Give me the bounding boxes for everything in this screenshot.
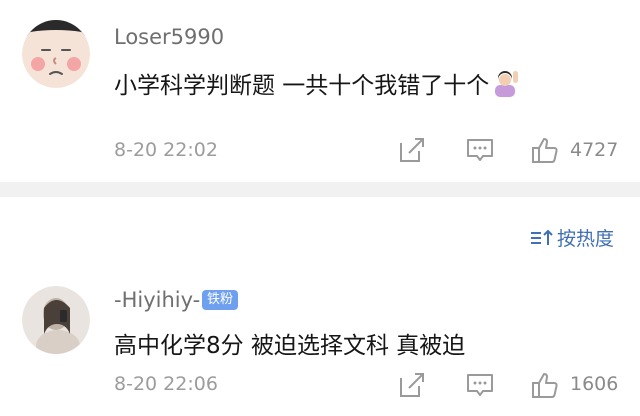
comment-feed: Loser5990 小学科学判断题 一共十个我错了十个 8-20 22:02 4… — [0, 0, 640, 416]
thumbs-up-icon[interactable] — [530, 370, 560, 400]
username[interactable]: -Hiyihiy- — [114, 288, 200, 312]
cartoon-face-avatar-icon — [22, 20, 90, 88]
comment-time: 8-20 22:06 — [114, 373, 218, 395]
comment-icon[interactable] — [465, 370, 495, 400]
sort-by-hot-button[interactable]: 按热度 — [529, 224, 614, 251]
username[interactable]: Loser5990 — [114, 25, 224, 49]
comment-text: 小学科学判断题 一共十个我错了十个 — [114, 66, 521, 100]
comment-item: Loser5990 小学科学判断题 一共十个我错了十个 8-20 22:02 4… — [0, 0, 640, 182]
comment-icon[interactable] — [465, 135, 495, 165]
comment-text: 高中化学8分 被迫选择文科 真被迫 — [114, 333, 466, 359]
comment-time: 8-20 22:02 — [114, 139, 218, 161]
comment-item: -Hiyihiy- 铁粉 高中化学8分 被迫选择文科 真被迫 8-20 22:0… — [0, 262, 640, 416]
section-divider — [0, 182, 640, 197]
avatar[interactable] — [22, 286, 90, 354]
photo-avatar-icon — [22, 286, 90, 354]
person-raising-hand-emoji-icon — [491, 69, 521, 97]
avatar[interactable] — [22, 20, 90, 88]
sort-label: 按热度 — [556, 228, 614, 250]
thumbs-up-icon[interactable] — [530, 135, 560, 165]
fan-badge: 铁粉 — [202, 290, 239, 310]
comment-text-content: 小学科学判断题 一共十个我错了十个 — [114, 73, 490, 99]
like-count: 4727 — [570, 139, 619, 161]
share-icon[interactable] — [397, 370, 427, 400]
like-count: 1606 — [570, 373, 619, 395]
sort-icon — [529, 228, 553, 248]
share-icon[interactable] — [397, 135, 427, 165]
